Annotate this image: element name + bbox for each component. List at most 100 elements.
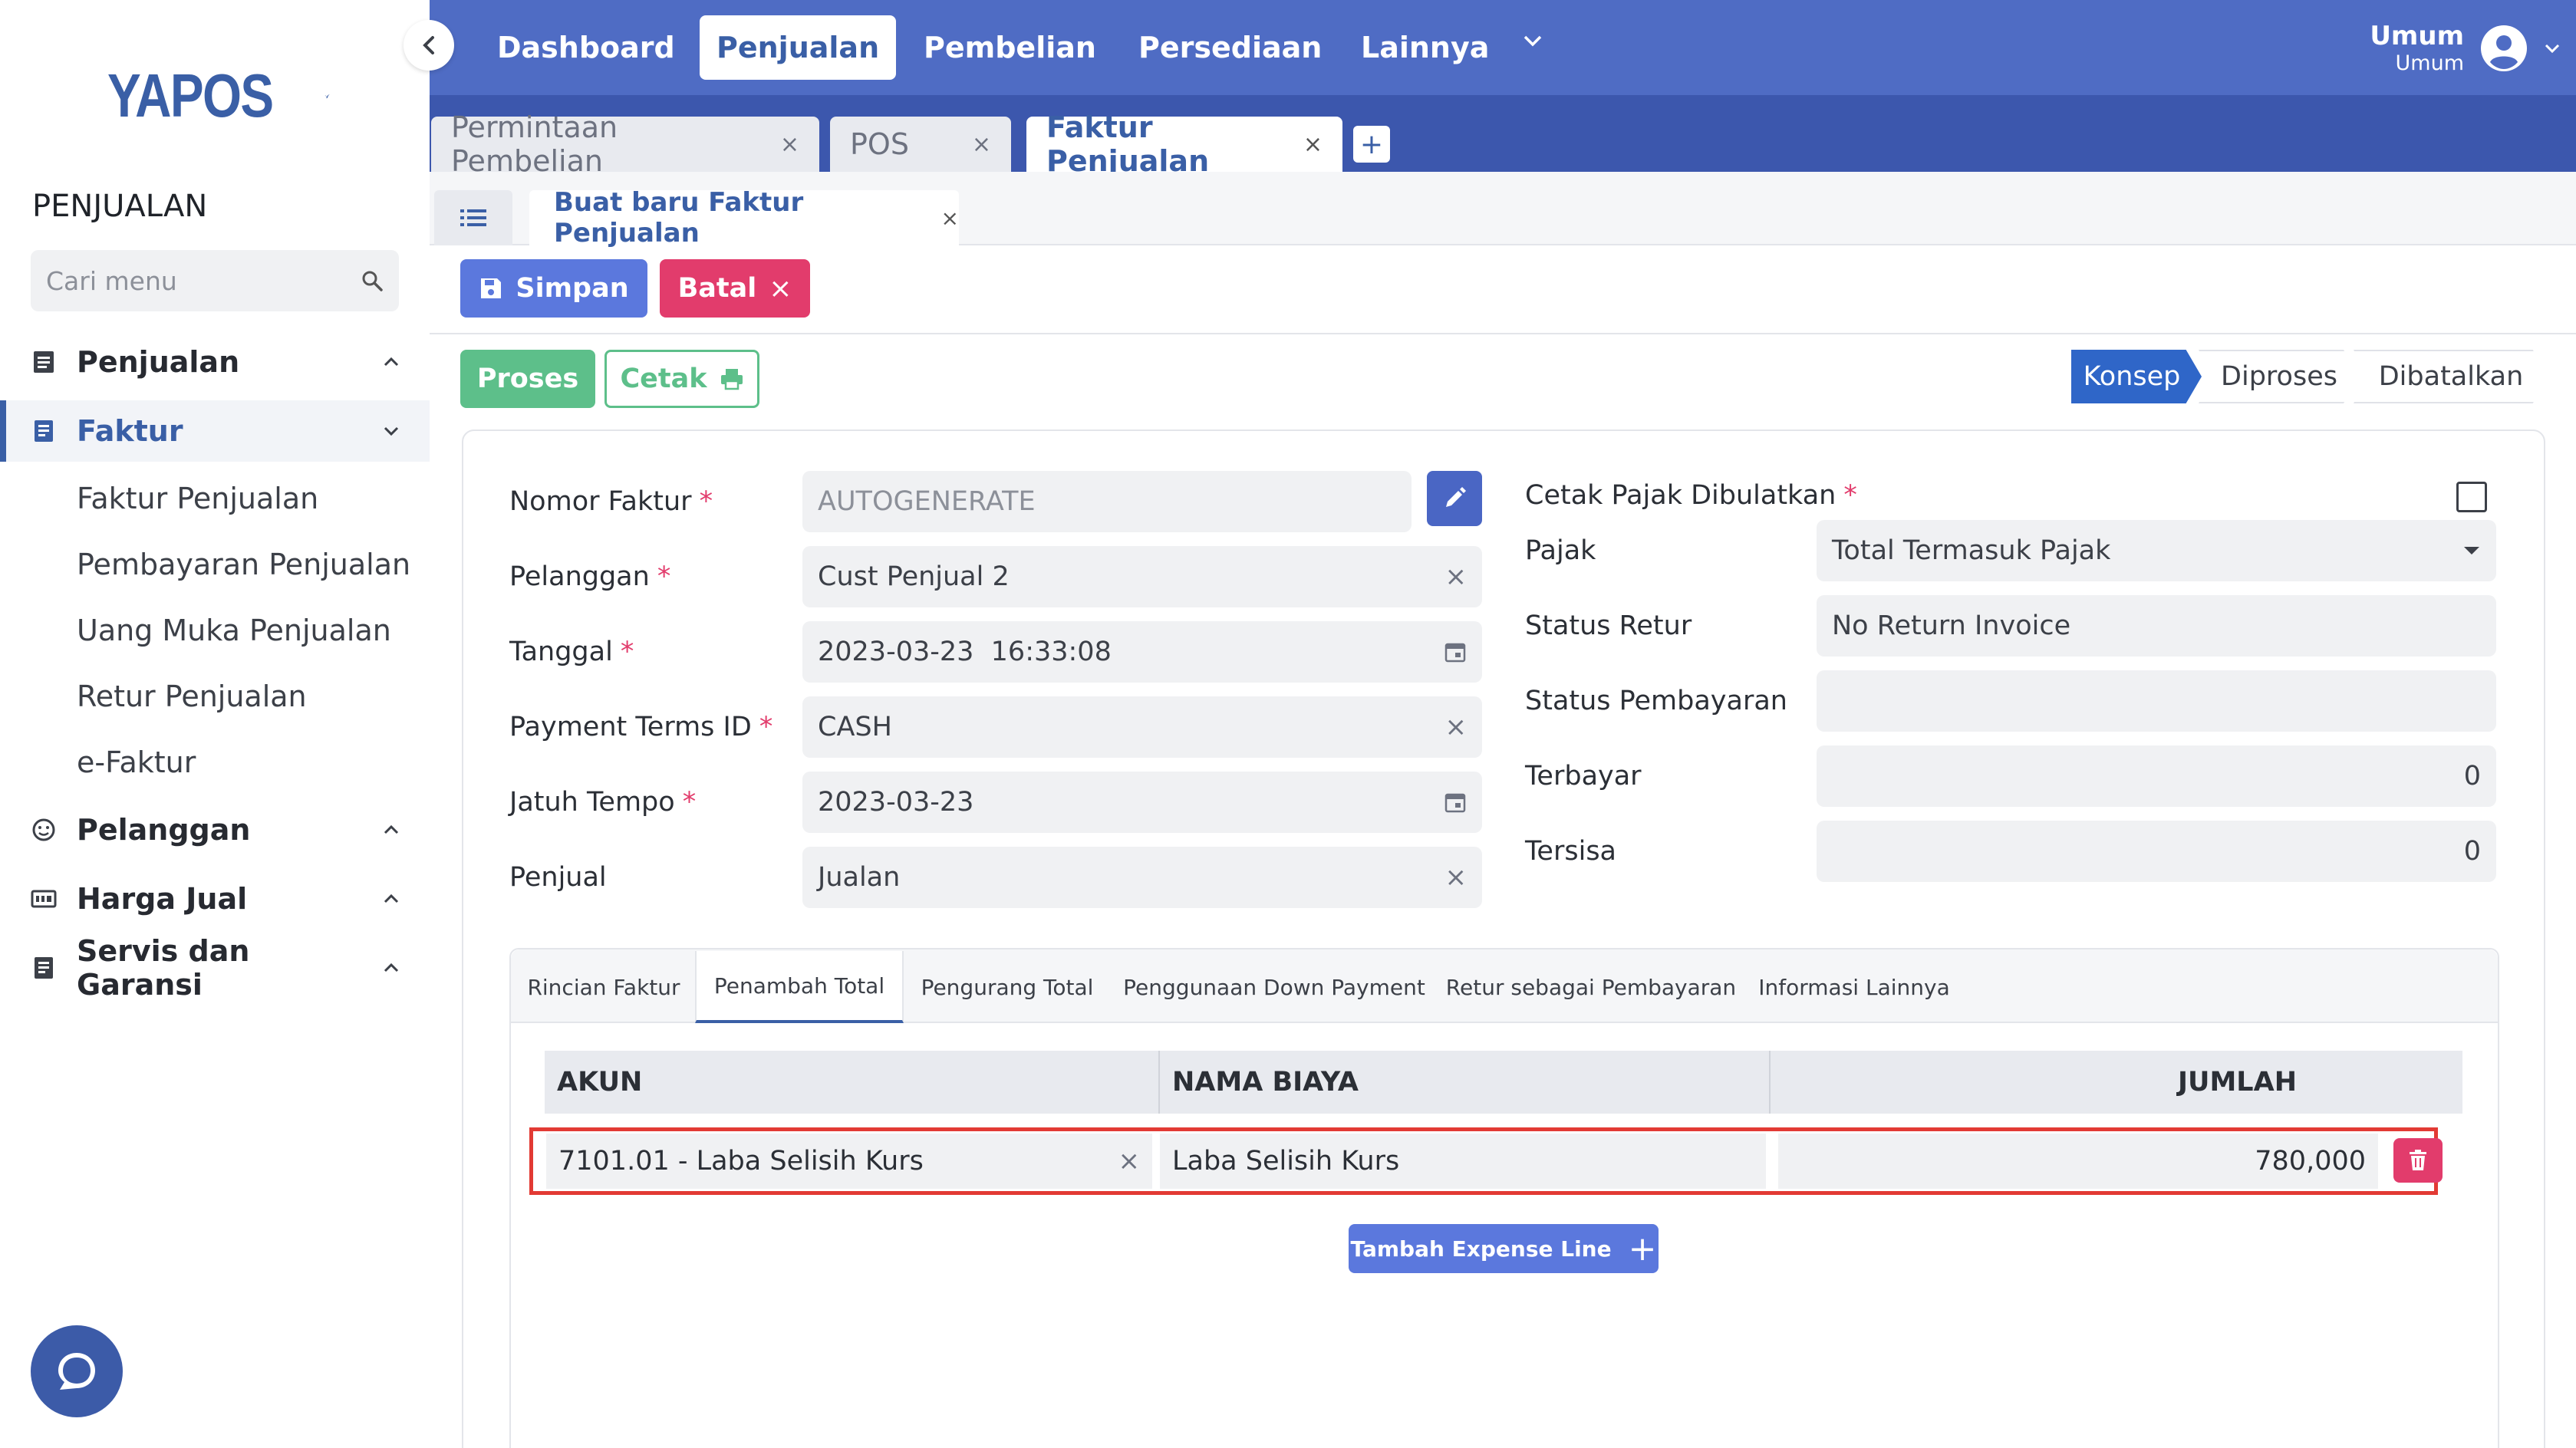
clear-icon[interactable]: ×: [1445, 561, 1468, 592]
menu-search-input[interactable]: Cari menu: [31, 250, 399, 311]
user-menu[interactable]: Umum Umum: [2370, 14, 2561, 83]
payment-terms-value: CASH: [818, 712, 892, 742]
sidebar-group-faktur[interactable]: Faktur: [0, 400, 430, 462]
label-cetak-pajak: Cetak Pajak Dibulatkan *: [1525, 465, 1857, 526]
pelanggan-select[interactable]: Cust Penjual 2 ×: [802, 546, 1482, 607]
topnav-lainnya[interactable]: Lainnya: [1344, 15, 1506, 80]
label-status-retur: Status Retur: [1525, 610, 1692, 641]
chat-bubble-icon: [58, 1353, 95, 1390]
edit-nomor-button[interactable]: [1427, 471, 1482, 526]
pencil-icon: [1446, 487, 1466, 507]
toolbar-divider: [430, 333, 2576, 334]
cetak-pajak-checkbox[interactable]: [2456, 482, 2487, 512]
tab-retur-sebagai-pembayaran[interactable]: Retur sebagai Pembayaran: [1438, 951, 1744, 1023]
sidebar-item-e-faktur[interactable]: e-Faktur: [77, 739, 196, 785]
list-view-button[interactable]: [434, 190, 512, 245]
tab-informasi-lainnya[interactable]: Informasi Lainnya: [1744, 951, 1964, 1023]
status-step-dibatalkan: Dibatalkan: [2354, 350, 2548, 403]
column-header-akun: AKUN: [545, 1051, 1160, 1114]
sidebar-group-label: Faktur: [77, 414, 183, 448]
save-button-label: Simpan: [516, 273, 629, 304]
sidebar-collapse-button[interactable]: [404, 20, 454, 71]
save-button[interactable]: Simpan: [460, 259, 647, 318]
receipt-icon: [31, 955, 57, 981]
field-label: Cetak Pajak Dibulatkan: [1525, 480, 1836, 511]
save-icon: [481, 278, 502, 298]
terbayar-value: 0: [2463, 761, 2481, 791]
sidebar-item-pembayaran-penjualan[interactable]: Pembayaran Penjualan: [77, 541, 410, 587]
more-menu-chevron-icon[interactable]: [1522, 34, 1543, 51]
label-pelanggan: Pelanggan *: [509, 546, 670, 607]
field-label: Jatuh Tempo: [509, 787, 675, 818]
price-tag-icon: [31, 886, 57, 912]
smiley-icon: [31, 817, 57, 843]
expense-table-header: AKUN NAMA BIAYA JUMLAH: [545, 1051, 2462, 1114]
close-icon[interactable]: ×: [957, 131, 991, 158]
topnav-dashboard[interactable]: Dashboard: [480, 15, 692, 80]
topnav-penjualan[interactable]: Penjualan: [700, 15, 897, 80]
add-expense-line-label: Tambah Expense Line: [1350, 1236, 1612, 1262]
close-icon[interactable]: ×: [941, 206, 959, 231]
jumlah-input[interactable]: 780,000: [1778, 1134, 2378, 1189]
clear-icon[interactable]: ×: [1445, 712, 1468, 742]
process-button[interactable]: Proses: [460, 350, 595, 408]
doc-tab-faktur-penjualan[interactable]: Faktur Penjualan ×: [1026, 110, 1342, 178]
delete-row-button[interactable]: [2393, 1138, 2443, 1183]
clear-icon[interactable]: ×: [1445, 862, 1468, 893]
required-mark: *: [759, 712, 773, 742]
add-tab-button[interactable]: +: [1353, 126, 1390, 163]
field-label: Tanggal: [509, 637, 613, 667]
column-header-jumlah: JUMLAH: [2178, 1067, 2297, 1098]
chevron-up-icon: [376, 893, 407, 904]
label-tanggal: Tanggal *: [509, 621, 634, 683]
sidebar-item-faktur-penjualan[interactable]: Faktur Penjualan: [77, 476, 318, 522]
label-pajak: Pajak: [1525, 535, 1596, 566]
sidebar-group-harga-jual[interactable]: Harga Jual: [0, 868, 430, 930]
sidebar-group-servis-garansi[interactable]: Servis dan Garansi: [0, 934, 430, 1002]
chat-support-button[interactable]: [31, 1325, 123, 1417]
tab-pengurang-total[interactable]: Pengurang Total: [904, 951, 1111, 1023]
cancel-button[interactable]: Batal ×: [660, 259, 810, 318]
clear-icon[interactable]: ×: [1118, 1146, 1141, 1176]
close-icon[interactable]: ×: [1288, 131, 1323, 158]
print-button-label: Cetak: [620, 364, 707, 394]
jatuh-tempo-input[interactable]: 2023-03-23: [802, 772, 1482, 833]
sidebar-group-pelanggan[interactable]: Pelanggan: [0, 799, 430, 861]
doc-tab-permintaan-pembelian[interactable]: Permintaan Pembelian ×: [431, 110, 819, 178]
user-role: Umum: [2395, 51, 2464, 76]
print-button[interactable]: Cetak: [604, 350, 759, 408]
add-expense-line-button[interactable]: Tambah Expense Line +: [1349, 1224, 1659, 1273]
penjual-select[interactable]: Jualan ×: [802, 847, 1482, 908]
form-tab-new-invoice[interactable]: Buat baru Faktur Penjualan ×: [529, 187, 959, 248]
topnav-pembelian[interactable]: Pembelian: [907, 15, 1113, 80]
pajak-select[interactable]: Total Termasuk Pajak: [1817, 520, 2496, 581]
calendar-icon[interactable]: [1444, 640, 1467, 663]
field-label: Nomor Faktur: [509, 486, 692, 517]
payment-terms-select[interactable]: CASH ×: [802, 696, 1482, 758]
sidebar-item-retur-penjualan[interactable]: Retur Penjualan: [77, 673, 307, 719]
form-tab-label: Buat baru Faktur Penjualan: [554, 187, 804, 248]
required-mark: *: [682, 787, 697, 818]
doc-tab-pos[interactable]: POS ×: [830, 117, 1011, 172]
printer-icon: [720, 369, 743, 390]
tab-penambah-total[interactable]: Penambah Total: [695, 951, 904, 1023]
tanggal-input[interactable]: 2023-03-23 16:33:08: [802, 621, 1482, 683]
tab-rincian-faktur[interactable]: Rincian Faktur: [512, 951, 695, 1023]
field-label: Pelanggan: [509, 561, 650, 592]
label-penjual: Penjual: [509, 847, 607, 908]
tab-penggunaan-down-payment[interactable]: Penggunaan Down Payment: [1111, 951, 1438, 1023]
sidebar-section-title: PENJUALAN: [32, 189, 208, 224]
column-header-nama-biaya: NAMA BIAYA: [1160, 1051, 1771, 1114]
required-mark: *: [657, 561, 671, 592]
topnav-persediaan[interactable]: Persediaan: [1122, 15, 1339, 80]
calendar-icon[interactable]: [1444, 791, 1467, 814]
akun-select[interactable]: 7101.01 - Laba Selisih Kurs ×: [546, 1134, 1152, 1189]
document-list-icon: [31, 349, 57, 375]
sidebar-item-uang-muka-penjualan[interactable]: Uang Muka Penjualan: [77, 607, 391, 653]
nomor-faktur-input[interactable]: AUTOGENERATE: [802, 471, 1412, 532]
doc-tab-label: Permintaan Pembelian: [451, 110, 618, 178]
nama-biaya-input[interactable]: Laba Selisih Kurs: [1160, 1134, 1766, 1189]
close-icon[interactable]: ×: [765, 131, 799, 158]
app-logo[interactable]: YAPOS: [107, 61, 330, 130]
sidebar-group-penjualan[interactable]: Penjualan: [0, 331, 430, 393]
